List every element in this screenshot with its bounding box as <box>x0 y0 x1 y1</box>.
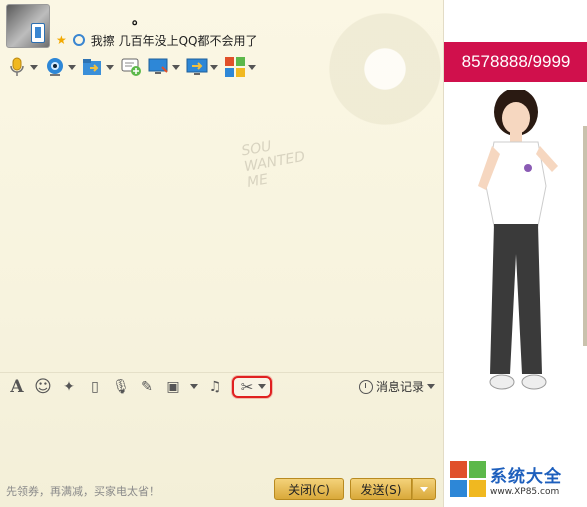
screenshot-button[interactable]: ✂ <box>232 375 272 398</box>
chevron-down-icon[interactable] <box>30 64 38 70</box>
site-text: 系统大全 www.XP85.com <box>490 462 562 497</box>
site-url: www.XP85.com <box>490 486 560 497</box>
star-icon[interactable]: ★ <box>56 33 67 47</box>
window-shake-icon[interactable]: ▯ <box>86 378 104 396</box>
site-name: 系统大全 <box>490 466 562 487</box>
contact-nickname[interactable]: 。 <box>132 9 146 29</box>
background-decoration: SOU WANTED ME <box>240 133 309 191</box>
app-grid-icon <box>224 56 246 78</box>
send-button-group: 发送(S) <box>350 478 436 500</box>
site-watermark: 系统大全 www.XP85.com <box>450 456 584 502</box>
chevron-down-icon[interactable] <box>210 64 218 70</box>
send-options-button[interactable] <box>412 478 436 500</box>
share-screen-button[interactable] <box>186 55 218 79</box>
history-label: 消息记录 <box>375 380 424 394</box>
mobile-online-icon <box>31 23 45 43</box>
scissors-icon: ✂ <box>240 377 254 396</box>
qzone-icon[interactable] <box>72 34 85 46</box>
bottom-bar: 先领券，再满减，买家电太省！ 关闭(C) 发送(S) <box>0 474 443 507</box>
chat-add-icon <box>120 56 142 78</box>
video-call-button[interactable] <box>44 55 76 79</box>
background-flower <box>320 4 450 134</box>
voice-call-button[interactable] <box>6 55 38 79</box>
chevron-down-icon[interactable] <box>427 384 435 389</box>
microphone-icon <box>6 56 28 78</box>
chevron-down-icon[interactable] <box>190 384 198 389</box>
status-line: ★ 我擦 几百年没上QQ都不会用了 <box>56 32 257 48</box>
chevron-down-icon[interactable] <box>172 64 180 70</box>
ad-panel: 8578888/9999 系统大全 www.XP85.com <box>443 0 587 507</box>
qq-chat-window: 。 ★ 我擦 几百年没上QQ都不会用了 ▽ — ☐ ✕ <box>0 0 587 507</box>
apps-button[interactable] <box>224 55 256 79</box>
promo-link[interactable]: 先领券，再满减，买家电太省！ <box>6 483 160 499</box>
clock-icon <box>358 379 373 394</box>
chevron-down-icon <box>420 486 428 492</box>
scrollbar[interactable] <box>583 126 587 346</box>
remote-desktop-button[interactable] <box>148 55 180 79</box>
ad-model-image[interactable] <box>454 90 578 420</box>
emoji-icon[interactable]: ☺ <box>34 377 52 397</box>
magic-wand-icon[interactable]: ✦ <box>60 378 78 396</box>
ad-banner[interactable]: 8578888/9999 <box>444 42 587 82</box>
chevron-down-icon[interactable] <box>68 64 76 70</box>
contact-avatar[interactable] <box>6 4 50 48</box>
create-discussion-button[interactable] <box>120 55 142 79</box>
windows-logo-icon <box>450 461 486 497</box>
send-file-button[interactable] <box>82 55 114 79</box>
music-icon[interactable]: ♫ <box>206 378 224 396</box>
chevron-down-icon[interactable] <box>106 64 114 70</box>
send-image-icon[interactable]: ▣ <box>164 378 182 396</box>
input-toolbar: A ☺ ✦ ▯ 🎙 ✎ ▣ ♫ ✂ 消息记录 <box>0 372 443 400</box>
send-button[interactable]: 发送(S) <box>350 478 412 500</box>
chat-toolbar <box>6 54 256 80</box>
font-icon[interactable]: A <box>8 377 26 397</box>
close-button[interactable]: 关闭(C) <box>274 478 344 500</box>
message-history-area[interactable]: SOU WANTED ME <box>0 4 450 372</box>
webcam-icon <box>44 56 66 78</box>
folder-arrow-icon <box>82 56 104 78</box>
chevron-down-icon[interactable] <box>248 64 256 70</box>
screen-share-icon <box>186 56 208 78</box>
monitor-icon <box>148 56 170 78</box>
chevron-down-icon[interactable] <box>258 384 266 389</box>
message-input[interactable] <box>0 400 443 474</box>
voice-message-icon[interactable]: 🎙 <box>112 378 130 396</box>
contact-signature: 我擦 几百年没上QQ都不会用了 <box>90 33 258 48</box>
message-history-button[interactable]: 消息记录 <box>358 378 435 395</box>
doodle-icon[interactable]: ✎ <box>138 378 156 396</box>
